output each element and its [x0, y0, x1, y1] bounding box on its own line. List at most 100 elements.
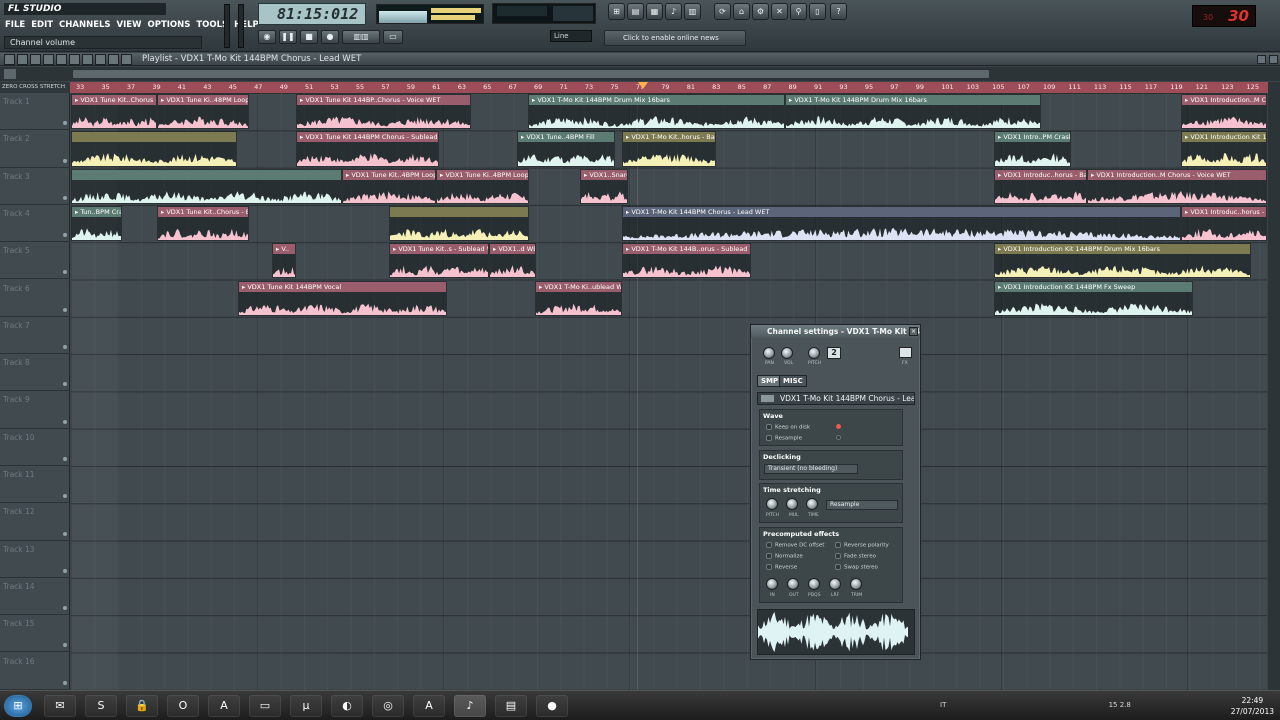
track-header[interactable]: Track 12 — [0, 503, 70, 541]
track-enable-led[interactable] — [63, 382, 67, 387]
language-indicator[interactable]: IT — [940, 701, 946, 709]
pitch-knob[interactable] — [808, 347, 820, 359]
channel-rack-icon[interactable]: ⌂ — [733, 3, 750, 20]
piano-roll-icon[interactable]: ♪ — [665, 3, 682, 20]
track-enable-led[interactable] — [63, 643, 67, 648]
track-enable-led[interactable] — [63, 307, 67, 312]
slice-tool-icon[interactable] — [82, 54, 93, 65]
sample-waveform-preview[interactable] — [757, 609, 915, 655]
menu-file[interactable]: FILE — [4, 19, 26, 31]
opera-icon[interactable]: O — [167, 695, 199, 717]
network-icon[interactable]: ▭ — [249, 695, 281, 717]
resample-option[interactable]: Resample — [766, 435, 802, 442]
track-enable-led[interactable] — [63, 158, 67, 163]
track-enable-led[interactable] — [63, 195, 67, 200]
track-header[interactable]: Track 15 — [0, 615, 70, 653]
zoom-tool-icon[interactable] — [108, 54, 119, 65]
playlist-clip[interactable]: ▸ VDX1 T-Mo Ki..ublead WET — [535, 280, 622, 316]
playlist-clip[interactable]: ▸ VDX1 Tune Kit 144BP..Chorus - Voice WE… — [296, 94, 471, 130]
select-tool-icon[interactable] — [95, 54, 106, 65]
menu-channels[interactable]: CHANNELS — [58, 19, 112, 31]
tools-icon[interactable]: ⚲ — [790, 3, 807, 20]
playlist-clip[interactable]: ▸ VDX1 T-Mo Kit 144BPM Chorus - Lead WET — [622, 205, 1181, 242]
fx-out-knob[interactable] — [787, 578, 799, 590]
track-header[interactable]: Track 7 — [0, 317, 70, 355]
mute-tool-icon[interactable] — [56, 54, 67, 65]
track-header[interactable]: Track 16 — [0, 653, 70, 690]
track-enable-led[interactable] — [63, 568, 67, 573]
fx-in-knob[interactable] — [766, 578, 778, 590]
playlist-clip[interactable]: ▸ VDX1 T-Mo Kit 144BPM Drum Mix 16bars — [785, 94, 1041, 130]
playlist-clip[interactable]: ▸ VDX1 Tune Ki..4BPM Loop 02 — [436, 168, 529, 204]
playlist-clip[interactable]: ▸ VDX1 Tune Kit 144BPM Vocal — [238, 280, 447, 316]
close-icon[interactable]: × — [909, 327, 918, 336]
playlist-view-icon[interactable] — [4, 69, 16, 79]
track-enable-led[interactable] — [63, 345, 67, 350]
chrome-icon[interactable]: ◎ — [372, 695, 404, 717]
playlist-clip[interactable]: ▸ VDX1 Introduc..horus - Bass — [994, 168, 1087, 204]
menu-view[interactable]: VIEW — [116, 19, 143, 31]
track-header[interactable]: Track 10 — [0, 429, 70, 466]
playlist-clip[interactable] — [389, 205, 529, 242]
recent-files-icon[interactable]: ⊞ — [608, 3, 625, 20]
swap-stereo-option[interactable]: Swap stereo — [835, 564, 878, 571]
pattern-song-toggle[interactable]: ◉ — [258, 30, 276, 44]
playlist-grid[interactable]: ▸ VDX1 Tune Kit..Chorus - Bass ▸ VDX1 Tun… — [71, 93, 1267, 690]
playlist-clip[interactable]: ▸ VDX1 Tune Kit..Chorus - Bass — [71, 94, 157, 130]
playlist-clip[interactable] — [71, 168, 342, 204]
record-button[interactable]: ● — [321, 30, 339, 44]
menu-options[interactable]: OPTIONS — [146, 19, 191, 31]
menu-edit[interactable]: EDIT — [30, 19, 54, 31]
playlist-clip[interactable]: ▸ VDX1 Introduc..horus - Ba — [1181, 205, 1267, 242]
declicking-mode-dropdown[interactable]: Transient (no bleeding) — [764, 464, 858, 474]
normalize-option[interactable]: Normalize — [766, 553, 803, 560]
track-header[interactable]: Track 8 — [0, 354, 70, 392]
track-enable-led[interactable] — [63, 456, 67, 461]
ruler-options[interactable]: ZERO CROSS STRETCH — [0, 82, 70, 93]
pattern-selector[interactable]: ▭ — [383, 30, 403, 44]
playlist-clip[interactable]: ▸ VDX1 Tune Kit 144BPM Chorus - Sublead … — [296, 131, 439, 167]
playlist-menu-icon[interactable] — [4, 54, 15, 65]
pan-knob[interactable] — [763, 347, 775, 359]
playlist-vertical-scrollbar[interactable] — [1268, 82, 1280, 690]
playlist-clip[interactable]: ▸ VDX1 Introduction Kit 1 — [1181, 131, 1267, 167]
plugin-database-icon[interactable]: ⚙ — [752, 3, 769, 20]
remove-dc-offset-option[interactable]: Remove DC offset — [766, 542, 824, 549]
lock-icon[interactable]: 🔒 — [126, 695, 158, 717]
draw-tool-icon[interactable] — [17, 54, 28, 65]
playlist-clip[interactable] — [71, 131, 237, 167]
help-icon[interactable]: ? — [830, 3, 847, 20]
playlist-clip[interactable]: ▸ VDX1..Snare — [580, 168, 628, 204]
stretch-pitch-knob[interactable] — [766, 498, 778, 510]
play-button[interactable]: ❚❚ — [279, 30, 297, 44]
keep-on-disk-led[interactable] — [836, 424, 841, 429]
track-enable-led[interactable] — [63, 270, 67, 275]
record-icon[interactable]: ● — [536, 695, 568, 717]
stop-button[interactable]: ■ — [300, 30, 318, 44]
playlist-clip[interactable]: ▸ VDX1 T-Mo Kit 144BPM Drum Mix 16bars — [528, 94, 785, 130]
fx-lrf-knob[interactable] — [829, 578, 841, 590]
folder-icon[interactable] — [761, 395, 774, 402]
track-header[interactable]: Track 1 — [0, 93, 70, 131]
master-pitch-slider[interactable] — [238, 4, 244, 48]
master-volume-slider[interactable] — [224, 4, 230, 48]
playlist-clip[interactable]: ▸ VDX1 Tune Kit..Chorus - Bass — [157, 205, 249, 242]
playlist-clip[interactable]: ▸ VDX1..d WET — [489, 243, 536, 279]
sample-name-field[interactable]: VDX1 T-Mo Kit 144BPM Chorus - Lead — [757, 392, 915, 405]
playlist-clip[interactable]: ▸ VDX1 Introduction..M Chorus — [1181, 94, 1267, 130]
track-enable-led[interactable] — [63, 606, 67, 611]
explorer-icon[interactable]: ▤ — [495, 695, 527, 717]
playlist-clip[interactable]: ▸ VDX1 T-Mo Kit 144B..orus - Sublead WET — [622, 243, 751, 279]
reverse-polarity-option[interactable]: Reverse polarity — [835, 542, 889, 549]
step-sequencer-icon[interactable]: ▦ — [646, 3, 663, 20]
mixer-track-icon[interactable]: 2 — [827, 347, 841, 359]
resample-led[interactable] — [836, 435, 841, 440]
playback-tool-icon[interactable] — [121, 54, 132, 65]
playlist-clip[interactable]: ▸ VDX1 Tune Kit..4BPM Loop 02 — [342, 168, 436, 204]
track-header[interactable]: Track 6 — [0, 280, 70, 317]
fx-pdqs-knob[interactable] — [808, 578, 820, 590]
timeline-ruler[interactable]: 33 35 37 39 41 43 45 47 49 51 53 55 57 59 61 63 65 67 69 71… — [70, 82, 1268, 93]
browser-icon[interactable]: ▥ — [684, 3, 701, 20]
track-enable-led[interactable] — [63, 680, 67, 685]
tab-misc[interactable]: MISC — [779, 375, 807, 387]
